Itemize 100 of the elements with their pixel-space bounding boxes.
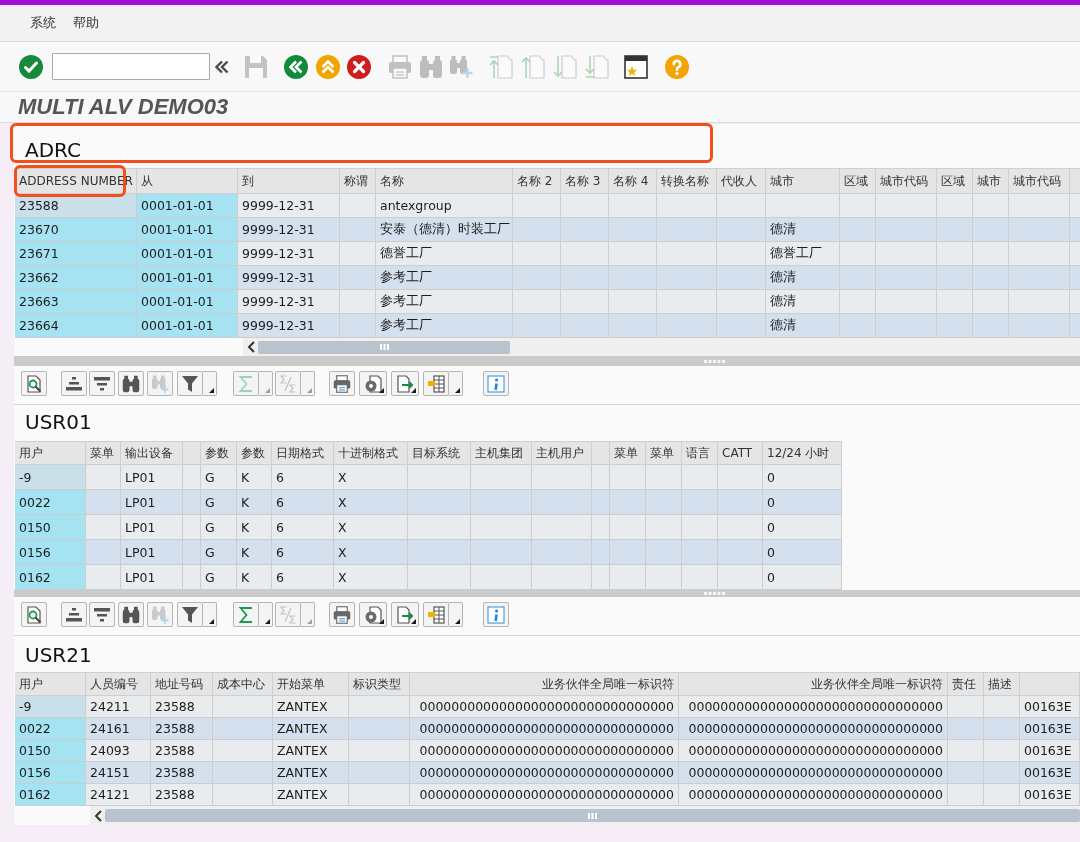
horizontal-scrollbar[interactable] xyxy=(90,806,1080,825)
table-cell xyxy=(1070,218,1080,242)
info-button[interactable] xyxy=(483,371,509,396)
table-cell: K xyxy=(237,565,272,590)
dropdown-button[interactable] xyxy=(449,371,463,396)
table-cell: 0022 xyxy=(15,718,86,740)
column-header[interactable]: 十进制格式 xyxy=(334,441,408,465)
sort-ascending-button[interactable] xyxy=(61,371,87,396)
column-header[interactable]: 标识类型 xyxy=(349,672,410,696)
column-header[interactable]: 菜单 xyxy=(610,441,646,465)
print-button[interactable] xyxy=(329,371,355,396)
dropdown-button[interactable] xyxy=(203,371,217,396)
column-header[interactable]: 参数 xyxy=(237,441,272,465)
filter-button[interactable] xyxy=(177,371,203,396)
column-header[interactable]: 人员编号 xyxy=(86,672,151,696)
table-tag-icon xyxy=(427,605,445,624)
column-header[interactable]: 参数 xyxy=(201,441,237,465)
export-button[interactable] xyxy=(391,602,419,627)
column-header[interactable]: 名称 4 xyxy=(609,168,657,194)
table-cell: 德清 xyxy=(766,266,840,290)
table-cell: G xyxy=(201,465,237,490)
column-header[interactable]: 目标系统 xyxy=(408,441,471,465)
find-button[interactable] xyxy=(118,371,144,396)
scrollbar-thumb[interactable] xyxy=(105,809,1080,822)
chevron-left-icon[interactable] xyxy=(94,809,102,822)
sort-descending-button[interactable] xyxy=(89,371,115,396)
details-button[interactable] xyxy=(21,371,47,396)
command-field[interactable] xyxy=(52,53,210,80)
column-header[interactable]: 到 xyxy=(238,168,340,194)
column-header[interactable]: 代收人 xyxy=(717,168,766,194)
scrollbar-thumb[interactable] xyxy=(258,340,510,354)
menu-item[interactable]: 系统 xyxy=(30,15,56,31)
views-button[interactable] xyxy=(359,371,387,396)
column-header[interactable]: 语言 xyxy=(682,441,718,465)
info-button[interactable] xyxy=(483,602,509,627)
filter-button[interactable] xyxy=(177,602,203,627)
horizontal-scrollbar[interactable] xyxy=(243,338,1080,356)
dropdown-button[interactable] xyxy=(203,602,217,627)
dropdown-button[interactable] xyxy=(259,602,273,627)
column-header[interactable]: 描述 xyxy=(984,672,1020,696)
document-magnifier-icon xyxy=(25,605,43,624)
column-header[interactable]: 城市代码 xyxy=(1009,168,1070,194)
menu-item[interactable]: 帮助 xyxy=(73,15,99,31)
layout-button[interactable] xyxy=(423,371,449,396)
column-header[interactable]: 业务伙伴全局唯一标识符 xyxy=(679,672,948,696)
table-cell: 0001-01-01 xyxy=(137,290,238,314)
table-cell: G xyxy=(201,540,237,565)
column-header[interactable]: 转换名称 xyxy=(657,168,717,194)
dropdown-button[interactable] xyxy=(449,602,463,627)
column-header[interactable]: 城市 xyxy=(766,168,840,194)
sort-descending-button[interactable] xyxy=(89,602,115,627)
chevron-left-icon[interactable] xyxy=(247,341,255,353)
table-cell: 00000000000000000000000000000000 xyxy=(410,718,679,740)
filter-icon xyxy=(181,605,199,624)
table-cell: LP01 xyxy=(121,540,183,565)
column-header[interactable]: 名称 3 xyxy=(561,168,609,194)
column-header[interactable]: 12/24 小时 xyxy=(763,441,842,465)
column-header[interactable]: 名称 2 xyxy=(513,168,561,194)
details-button[interactable] xyxy=(21,602,47,627)
export-button[interactable] xyxy=(391,371,419,396)
column-header[interactable]: 日期格式 xyxy=(272,441,334,465)
column-header[interactable]: 开始菜单 xyxy=(273,672,349,696)
column-header[interactable]: 输出设备 xyxy=(121,441,183,465)
table-cell: 00000000000000000000000000000000 xyxy=(410,696,679,718)
column-header[interactable]: 区域 xyxy=(840,168,876,194)
enter-button[interactable] xyxy=(19,54,43,79)
layout-button[interactable] xyxy=(423,602,449,627)
views-button[interactable] xyxy=(359,602,387,627)
column-header[interactable]: 成本中心 xyxy=(213,672,273,696)
column-header[interactable]: 名称 xyxy=(376,168,513,194)
column-header[interactable]: 区域 xyxy=(937,168,973,194)
column-header[interactable]: 菜单 xyxy=(646,441,682,465)
column-header[interactable]: 城市 xyxy=(973,168,1009,194)
column-header[interactable]: 业务伙伴全局唯一标识符 xyxy=(410,672,679,696)
cancel-button[interactable] xyxy=(347,54,371,79)
grip-icon xyxy=(704,592,726,595)
column-header[interactable]: 地址号码 xyxy=(151,672,213,696)
column-header[interactable]: 从 xyxy=(137,168,238,194)
find-button[interactable] xyxy=(118,602,144,627)
table-cell: antexgroup xyxy=(376,194,513,218)
exit-button[interactable] xyxy=(316,54,340,79)
print-button[interactable] xyxy=(329,602,355,627)
table-cell: 9999-12-31 xyxy=(238,290,340,314)
column-header[interactable]: CATT xyxy=(718,441,763,465)
column-header[interactable]: 责任 xyxy=(948,672,984,696)
column-header[interactable]: 城市代码 xyxy=(876,168,937,194)
column-header[interactable]: 主机集团 xyxy=(471,441,532,465)
close-icon xyxy=(347,54,371,79)
column-header[interactable]: 主机用户 xyxy=(532,441,592,465)
back-button[interactable] xyxy=(284,54,308,79)
table-cell: 0150 xyxy=(15,515,86,540)
binoculars-icon xyxy=(122,374,140,393)
new-session-button[interactable] xyxy=(624,54,648,79)
help-button[interactable] xyxy=(665,54,689,79)
collapse-button[interactable] xyxy=(215,59,229,74)
column-header[interactable]: 用户 xyxy=(15,441,86,465)
sort-ascending-button[interactable] xyxy=(61,602,87,627)
column-header[interactable]: 用户 xyxy=(15,672,86,696)
column-header[interactable]: 菜单 xyxy=(86,441,121,465)
column-header[interactable]: 称谓 xyxy=(340,168,376,194)
